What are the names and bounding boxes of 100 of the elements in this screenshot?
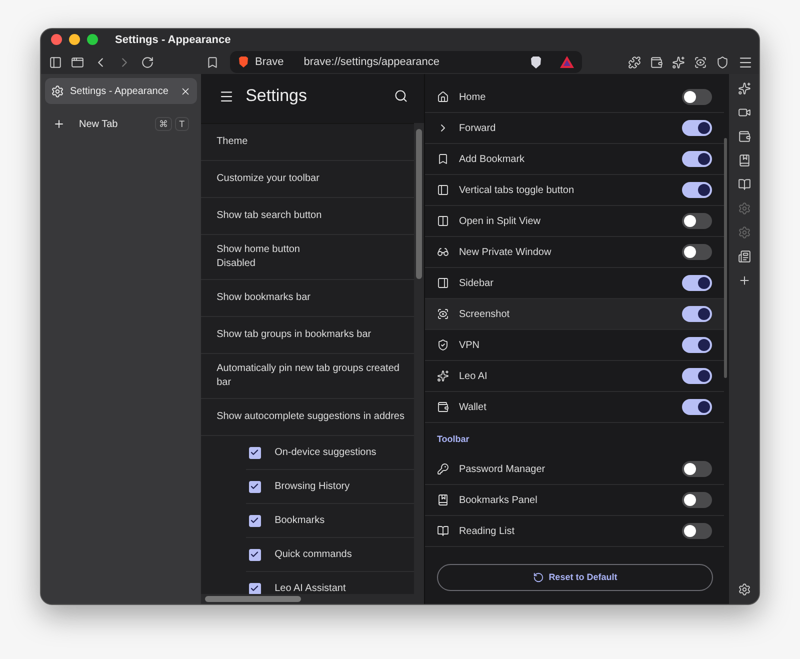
wallet-icon — [436, 401, 449, 413]
bookmark-book-icon[interactable] — [738, 154, 751, 167]
plus-icon[interactable] — [738, 274, 751, 287]
toggle-label: New Private Window — [458, 246, 552, 258]
wallet-icon[interactable] — [738, 130, 751, 143]
plus-icon — [53, 118, 65, 130]
bookmark-icon[interactable] — [206, 56, 219, 68]
open-book-icon[interactable] — [738, 178, 751, 191]
checkbox-label: Quick commands — [274, 549, 352, 560]
panel-icon — [436, 184, 449, 196]
toggle-label: Wallet — [458, 402, 488, 412]
checkbox[interactable] — [248, 582, 261, 594]
settings-title: Settings — [246, 86, 308, 106]
toggle-switch[interactable] — [682, 244, 712, 260]
checkbox-label: On-device suggestions — [274, 447, 376, 458]
scrollbar[interactable] — [724, 138, 728, 378]
shield-icon — [436, 339, 449, 351]
toggle-label: Leo AI — [458, 370, 488, 382]
sparkle-icon[interactable] — [738, 82, 751, 95]
toggle-label: Screenshot — [458, 308, 511, 320]
scrollbar[interactable] — [200, 594, 424, 604]
sparkle-icon[interactable] — [672, 56, 685, 68]
shortcut-key: ⌘ — [155, 117, 172, 131]
url-text: brave://settings/appearance — [304, 56, 440, 68]
settings-row[interactable]: Show bookmarks bar — [200, 280, 414, 317]
zoom-window-button[interactable] — [87, 34, 98, 45]
settings-row[interactable]: Show tab groups in bookmarks bar — [200, 317, 414, 354]
toggle-switch[interactable] — [682, 151, 712, 167]
toggle-label: Reading List — [458, 526, 516, 536]
shortcut-key: T — [175, 117, 189, 131]
checkbox-label: Browsing History — [274, 481, 350, 492]
checkbox-label: Bookmarks — [274, 515, 325, 526]
triangle-icon[interactable] — [560, 56, 574, 68]
minimize-window-button[interactable] — [69, 34, 80, 45]
toggle-label: Bookmarks Panel — [458, 494, 538, 506]
lion-shield-icon[interactable] — [530, 56, 542, 68]
section-header: Toolbar — [436, 432, 470, 446]
book-icon — [436, 494, 449, 506]
tab-search-icon[interactable] — [71, 56, 84, 68]
tab[interactable]: Settings - Appearance — [45, 78, 197, 104]
toggle-switch[interactable] — [682, 213, 712, 229]
screenshot-icon[interactable] — [694, 56, 707, 68]
newspaper-icon[interactable] — [738, 250, 751, 263]
toggle-switch[interactable] — [682, 399, 712, 415]
close-window-button[interactable] — [51, 34, 62, 45]
key-icon — [436, 463, 449, 475]
settings-row[interactable]: Show home button Disabled — [200, 235, 414, 280]
address-bar[interactable]: Brave brave://settings/appearance — [230, 51, 582, 73]
toggle-switch[interactable] — [682, 337, 712, 353]
wallet-icon[interactable] — [650, 56, 663, 68]
menu-icon[interactable] — [218, 88, 234, 104]
lion-shield-icon — [238, 56, 249, 68]
extensions-icon[interactable] — [628, 56, 641, 68]
toggle-label: Forward — [458, 122, 497, 134]
home-icon — [436, 91, 449, 103]
toggle-label: Sidebar — [458, 278, 494, 288]
settings-row[interactable]: Show autocomplete suggestions in addres — [200, 399, 414, 436]
site-label: Brave — [255, 56, 284, 68]
settings-icon — [51, 84, 64, 98]
bookmark-icon — [436, 153, 449, 165]
toggle-label: Open in Split View — [458, 216, 542, 226]
glasses-icon — [436, 246, 449, 258]
scan-icon — [436, 308, 449, 320]
toggle-label: Vertical tabs toggle button — [458, 184, 576, 196]
toggle-label: Add Bookmark — [458, 154, 526, 164]
toggle-switch[interactable] — [682, 120, 712, 136]
scrollbar[interactable] — [414, 123, 424, 594]
toggle-switch[interactable] — [682, 492, 712, 508]
menu-icon[interactable] — [738, 54, 753, 70]
settings-row[interactable]: Automatically pin new tab groups created bar — [200, 354, 414, 399]
reload-icon[interactable] — [141, 56, 154, 68]
toggle-switch[interactable] — [682, 182, 712, 198]
toggle-switch[interactable] — [682, 368, 712, 384]
checkbox-label: Leo AI Assistant — [274, 583, 346, 594]
reset-button[interactable]: Reset to Default — [436, 564, 713, 590]
sparkle-icon — [436, 370, 449, 382]
toggle-switch[interactable] — [682, 306, 712, 322]
toggle-switch[interactable] — [682, 275, 712, 291]
reset-icon — [532, 572, 544, 582]
settings-row[interactable]: Customize your toolbar — [200, 161, 414, 198]
toggle-switch[interactable] — [682, 89, 712, 105]
checkbox[interactable] — [248, 480, 261, 492]
window-title: Settings - Appearance — [115, 34, 231, 46]
settings-row[interactable]: Theme — [200, 124, 414, 161]
open-book-icon — [436, 525, 449, 537]
checkbox[interactable] — [248, 548, 261, 560]
video-icon[interactable] — [738, 106, 751, 119]
columns-icon — [436, 215, 449, 227]
sidebar-icon[interactable] — [49, 56, 62, 68]
toggle-label: Home — [458, 92, 487, 102]
search-icon[interactable] — [394, 89, 408, 103]
settings-row[interactable]: Show tab search button — [200, 198, 414, 235]
new-tab-button[interactable]: New Tab ⌘ T — [45, 113, 197, 135]
shield-icon[interactable] — [716, 56, 729, 68]
checkbox[interactable] — [248, 514, 261, 526]
toggle-switch[interactable] — [682, 523, 712, 539]
checkbox[interactable] — [248, 446, 261, 458]
toggle-switch[interactable] — [682, 461, 712, 477]
toggle-label: Password Manager — [458, 464, 546, 474]
close-icon[interactable] — [180, 86, 191, 96]
